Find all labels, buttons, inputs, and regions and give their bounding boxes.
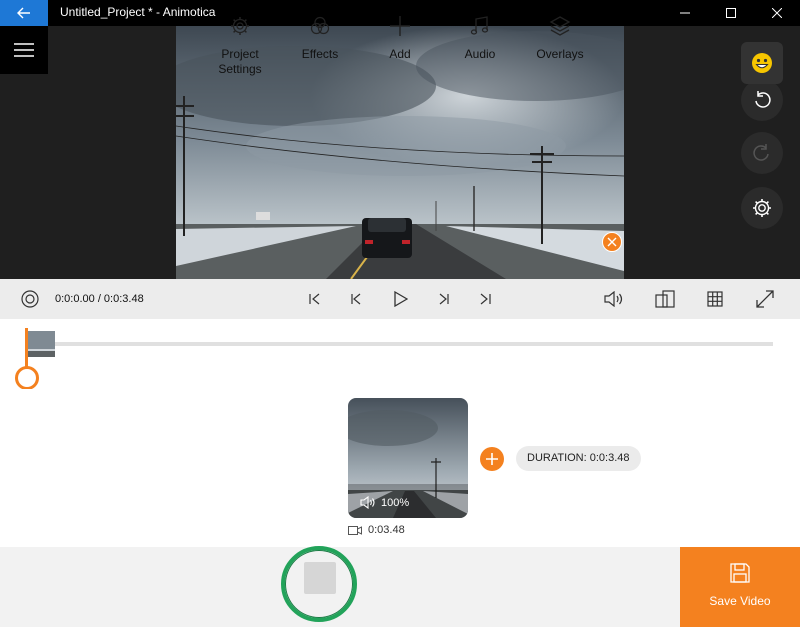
add-after-clip-button[interactable] (480, 447, 504, 471)
close-icon (772, 8, 782, 18)
menu-button[interactable] (0, 26, 48, 74)
video-camera-icon (348, 525, 362, 535)
playhead[interactable] (25, 328, 28, 370)
feedback-emoji-button[interactable] (741, 42, 783, 84)
timeline-track[interactable] (28, 342, 773, 346)
clip-thumbnail-image (28, 331, 55, 357)
skip-end-icon (480, 293, 491, 305)
skip-to-start-button[interactable] (304, 289, 326, 309)
gear-icon (231, 17, 249, 35)
fullscreen-button[interactable] (754, 289, 776, 309)
undo-button[interactable] (741, 79, 783, 121)
maximize-button[interactable] (708, 0, 754, 26)
clip-volume: 100% (360, 496, 409, 509)
expand-icon (756, 290, 774, 308)
remove-overlay-button[interactable] (602, 232, 622, 252)
minimize-icon (680, 12, 690, 14)
window-title: Untitled_Project * - Animotica (60, 5, 216, 19)
timeline[interactable] (0, 319, 800, 390)
speaker-icon (360, 496, 375, 509)
duration-chip[interactable]: DURATION: 0:0:3.48 (516, 446, 641, 471)
project-settings-button[interactable]: Project Settings (210, 0, 270, 80)
project-settings-label: Project Settings (218, 47, 262, 76)
add-label: Add (389, 47, 411, 61)
redo-icon (753, 144, 769, 161)
step-back-icon (351, 293, 361, 305)
play-icon (394, 291, 408, 307)
gear-icon (753, 199, 771, 217)
clip-volume-value: 100% (381, 496, 410, 509)
layers-icon (549, 16, 571, 36)
arrow-left-icon (17, 7, 30, 19)
back-button[interactable] (0, 0, 48, 26)
effects-button[interactable]: Effects (290, 0, 350, 80)
volume-button[interactable] (603, 289, 625, 309)
audio-button[interactable]: Audio (450, 0, 510, 80)
minimize-button[interactable] (662, 0, 708, 26)
hamburger-icon (14, 43, 34, 57)
save-video-label: Save Video (709, 594, 771, 608)
timeline-clip-thumbnail[interactable] (28, 331, 55, 357)
effects-highlight (304, 562, 336, 594)
save-icon (730, 563, 750, 583)
maximize-icon (726, 8, 736, 18)
skip-to-end-button[interactable] (474, 289, 496, 309)
clip-length: 0:03.48 (348, 524, 405, 536)
clip-card[interactable]: 100% (348, 398, 468, 518)
clip-area: 100% DURATION: 0:0:3.48 0:03.48 (0, 389, 800, 547)
previous-frame-button[interactable] (344, 289, 366, 309)
plus-icon (390, 16, 410, 36)
effects-icon (310, 16, 330, 35)
clip-length-value: 0:03.48 (368, 524, 405, 536)
redo-button[interactable] (741, 132, 783, 174)
close-window-button[interactable] (754, 0, 800, 26)
playhead-handle[interactable] (15, 366, 39, 390)
speaker-icon (604, 291, 623, 307)
timecode: 0:0:0.00 / 0:0:3.48 (55, 293, 144, 305)
undo-icon (755, 91, 771, 108)
plus-icon (486, 453, 498, 465)
grid-icon (707, 291, 723, 307)
effects-label: Effects (301, 47, 339, 61)
preview-settings-button[interactable] (741, 187, 783, 229)
aspect-ratio-button[interactable] (654, 289, 676, 309)
overlays-button[interactable]: Overlays (530, 0, 590, 80)
add-button[interactable]: Add (370, 0, 430, 80)
aspect-ratio-icon (655, 290, 675, 308)
step-forward-icon (439, 293, 449, 305)
play-button[interactable] (390, 289, 412, 309)
smiley-icon (752, 53, 772, 73)
loop-icon (21, 290, 39, 308)
audio-label: Audio (464, 47, 496, 61)
skip-start-icon (309, 293, 320, 305)
close-icon (607, 237, 617, 247)
loop-button[interactable] (19, 289, 41, 309)
save-video-button[interactable]: Save Video (680, 547, 800, 627)
overlays-label: Overlays (536, 47, 584, 61)
music-note-icon (470, 16, 489, 35)
next-frame-button[interactable] (434, 289, 456, 309)
grid-button[interactable] (704, 289, 726, 309)
playback-bar: 0:0:0.00 / 0:0:3.48 (0, 279, 800, 319)
